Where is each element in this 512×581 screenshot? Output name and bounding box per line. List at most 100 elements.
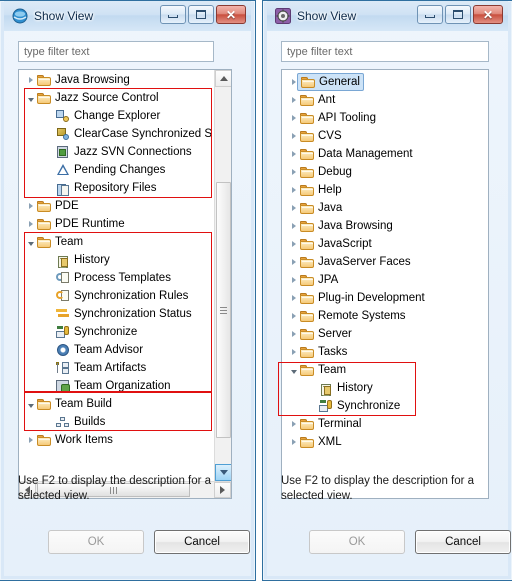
tree-item-debug[interactable]: Debug (282, 163, 488, 181)
expand-arrow-icon[interactable] (25, 197, 36, 215)
tree-item-cvs[interactable]: CVS (282, 127, 488, 145)
tree-item-terminal[interactable]: Terminal (282, 415, 488, 433)
tree-item-help[interactable]: Help (282, 181, 488, 199)
tree-item-javascript[interactable]: JavaScript (282, 235, 488, 253)
maximize-button[interactable] (188, 5, 214, 24)
filter-input-right[interactable]: type filter text (281, 41, 489, 62)
tree-item-synchronize[interactable]: Synchronize (282, 397, 488, 415)
tree-item-ant[interactable]: Ant (282, 91, 488, 109)
tree-item-java-browsing[interactable]: Java Browsing (19, 71, 214, 89)
tree-item-repository-files[interactable]: Repository Files (19, 179, 214, 197)
tree-item-xml[interactable]: XML (282, 433, 488, 451)
filter-input-left[interactable]: type filter text (18, 41, 214, 62)
tree-item-label: JavaServer Faces (318, 256, 411, 268)
tree-item-data-management[interactable]: Data Management (282, 145, 488, 163)
tree-item-builds[interactable]: Builds (19, 413, 214, 431)
expand-arrow-icon[interactable] (25, 71, 36, 89)
tree-item-javaserver-faces[interactable]: JavaServer Faces (282, 253, 488, 271)
tree-item-tasks[interactable]: Tasks (282, 343, 488, 361)
tree-item-synchronize[interactable]: Synchronize (19, 323, 214, 341)
expand-arrow-icon[interactable] (288, 181, 299, 199)
collapse-arrow-icon[interactable] (25, 233, 36, 251)
tree-item-java-browsing[interactable]: Java Browsing (282, 217, 488, 235)
tree-item-team[interactable]: Team (282, 361, 488, 379)
tree-item-synchronization-status[interactable]: Synchronization Status (19, 305, 214, 323)
minimize-icon (425, 15, 435, 18)
filter-placeholder-left: type filter text (24, 45, 90, 58)
tree-item-team-artifacts[interactable]: Team Artifacts (19, 359, 214, 377)
expand-arrow-icon[interactable] (25, 431, 36, 449)
tree-item-synchronization-rules[interactable]: Synchronization Rules (19, 287, 214, 305)
tree-item-pde[interactable]: PDE (19, 197, 214, 215)
expand-arrow-icon[interactable] (288, 343, 299, 361)
tree-item-process-templates[interactable]: Process Templates (19, 269, 214, 287)
collapse-arrow-icon[interactable] (25, 395, 36, 413)
expand-arrow-icon[interactable] (288, 271, 299, 289)
view-tree-right[interactable]: General Ant API Tooling CVS Data Management D… (281, 69, 489, 499)
scroll-up-button-left[interactable] (215, 70, 231, 87)
tree-item-jazz-source-control[interactable]: Jazz Source Control (19, 89, 214, 107)
minimize-button[interactable] (160, 5, 186, 24)
expand-arrow-icon[interactable] (288, 217, 299, 235)
cancel-button-right[interactable]: Cancel (415, 530, 511, 554)
minimize-button[interactable] (417, 5, 443, 24)
folder-icon (36, 72, 52, 88)
vertical-scrollbar-left[interactable] (214, 70, 231, 481)
tree-item-jazz-svn-connections[interactable]: Jazz SVN Connections (19, 143, 214, 161)
tree-item-team-organization[interactable]: Team Organization (19, 377, 214, 395)
expand-arrow-icon[interactable] (288, 235, 299, 253)
expand-arrow-icon[interactable] (288, 91, 299, 109)
collapse-arrow-icon[interactable] (25, 89, 36, 107)
close-button[interactable]: ✕ (216, 5, 246, 24)
tree-item-history[interactable]: History (282, 379, 488, 397)
tree-item-server[interactable]: Server (282, 325, 488, 343)
tree-item-pending-changes[interactable]: Pending Changes (19, 161, 214, 179)
tree-item-change-explorer[interactable]: Change Explorer (19, 107, 214, 125)
maximize-button[interactable] (445, 5, 471, 24)
expand-arrow-icon[interactable] (288, 109, 299, 127)
tree-item-plug-in-development[interactable]: Plug-in Development (282, 289, 488, 307)
ok-button-left[interactable]: OK (48, 530, 144, 554)
tree-item-java[interactable]: Java (282, 199, 488, 217)
grip-icon (220, 306, 227, 314)
expand-arrow-icon[interactable] (288, 307, 299, 325)
tree-item-clearcase-synchronized-s[interactable]: ClearCase Synchronized S (19, 125, 214, 143)
collapse-arrow-icon[interactable] (288, 361, 299, 379)
tree-item-jpa[interactable]: JPA (282, 271, 488, 289)
expand-arrow-icon[interactable] (288, 325, 299, 343)
right-window-title: Show View (297, 9, 357, 23)
tree-item-work-items[interactable]: Work Items (19, 431, 214, 449)
expand-arrow-icon[interactable] (288, 415, 299, 433)
cancel-button-left[interactable]: Cancel (154, 530, 250, 554)
expand-arrow-icon[interactable] (288, 127, 299, 145)
expand-arrow-icon[interactable] (288, 199, 299, 217)
tree-item-label: API Tooling (318, 112, 376, 124)
expand-arrow-icon[interactable] (288, 253, 299, 271)
vertical-scroll-thumb-left[interactable] (216, 182, 231, 438)
tree-item-remote-systems[interactable]: Remote Systems (282, 307, 488, 325)
tree-item-general[interactable]: General (282, 73, 488, 91)
ok-button-right[interactable]: OK (309, 530, 405, 554)
tree-item-team-advisor[interactable]: Team Advisor (19, 341, 214, 359)
tree-item-api-tooling[interactable]: API Tooling (282, 109, 488, 127)
right-titlebar[interactable]: Show View ✕ (267, 1, 508, 31)
expand-arrow-icon[interactable] (288, 433, 299, 451)
expand-arrow-icon[interactable] (288, 163, 299, 181)
tree-item-history[interactable]: History (19, 251, 214, 269)
tree-item-team-build[interactable]: Team Build (19, 395, 214, 413)
expand-arrow-icon[interactable] (288, 145, 299, 163)
expand-arrow-icon[interactable] (288, 289, 299, 307)
expand-arrow-icon[interactable] (25, 215, 36, 233)
close-button[interactable]: ✕ (473, 5, 503, 24)
button-row-left: OK Cancel (48, 530, 250, 554)
left-titlebar[interactable]: Show View ✕ (4, 1, 251, 31)
view-tree-left[interactable]: Java Browsing Jazz Source Control Change E… (18, 69, 232, 499)
tree-item-pde-runtime[interactable]: PDE Runtime (19, 215, 214, 233)
tree-item-team[interactable]: Team (19, 233, 214, 251)
